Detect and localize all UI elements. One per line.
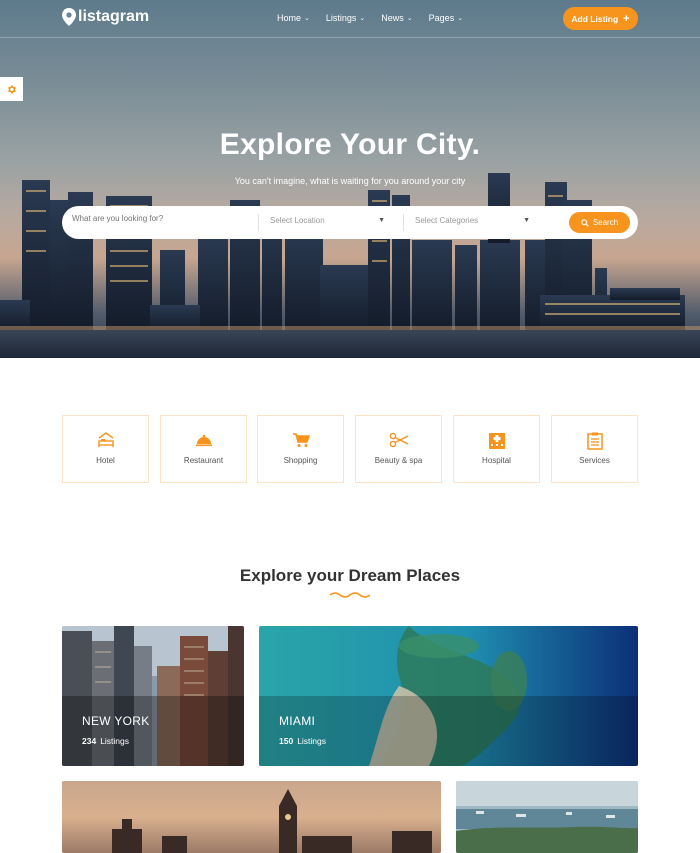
category-beauty-spa[interactable]: Beauty & spa [355, 415, 442, 483]
caret-down-icon: ▼ [523, 217, 530, 224]
harbor-image [456, 781, 638, 853]
nav-item-home[interactable]: Home ⌄ [277, 13, 310, 23]
add-listing-label: Add Listing [571, 13, 619, 24]
place-city-name: NEW YORK [82, 714, 150, 728]
chevron-down-icon: ⌄ [457, 15, 464, 22]
listing-count-label: Listings [297, 736, 327, 746]
logo-text: listagram [78, 8, 150, 25]
category-restaurant[interactable]: Restaurant [160, 415, 247, 483]
nav-item-news[interactable]: News ⌄ [381, 13, 412, 23]
place-listing-count: 234 Listings [82, 736, 129, 746]
category-label: Restaurant [183, 456, 224, 465]
cart-icon [292, 433, 310, 447]
place-card-miami[interactable]: MIAMI 150 Listings [259, 626, 638, 766]
place-listing-count: 150 Listings [279, 736, 326, 746]
search-button[interactable]: Search [569, 212, 630, 233]
place-city-name: MIAMI [279, 714, 316, 728]
category-label: Services [579, 456, 610, 465]
plus-icon: + [623, 12, 630, 25]
place-card-london[interactable] [62, 781, 441, 853]
category-shopping[interactable]: Shopping [257, 415, 344, 483]
caret-down-icon: ▼ [378, 217, 385, 224]
main-nav: Home ⌄ Listings ⌄ News ⌄ Pages ⌄ [277, 13, 463, 23]
place-card-harbor[interactable] [456, 781, 638, 853]
search-icon [581, 218, 589, 227]
search-bar: Select Location ▼ Select Categories ▼ Se… [62, 206, 638, 239]
nav-item-listings[interactable]: Listings ⌄ [326, 13, 365, 23]
gear-icon [8, 84, 16, 94]
category-select[interactable]: Select Categories ▼ [415, 216, 530, 225]
nav-item-label: Pages [428, 13, 455, 23]
location-select-value: Select Location [270, 216, 325, 225]
nav-item-label: Listings [325, 13, 357, 23]
category-label: Shopping [283, 456, 318, 465]
nav-item-label: Home [277, 13, 302, 23]
clipboard-icon [586, 432, 603, 450]
place-card-new-york[interactable]: NEW YORK 234 Listings [62, 626, 244, 766]
hero-subtitle: You can't imagine, what is waiting for y… [234, 176, 466, 186]
logo[interactable]: listagram [62, 8, 149, 26]
listing-count-number: 150 [279, 736, 294, 746]
settings-toggle[interactable] [0, 77, 23, 101]
cloche-icon [195, 434, 212, 447]
category-hospital[interactable]: Hospital [453, 415, 540, 483]
search-button-label: Search [592, 218, 619, 227]
listing-count-label: Listings [100, 736, 130, 746]
category-hotel[interactable]: Hotel [62, 415, 149, 483]
hero-section: listagram Home ⌄ Listings ⌄ News ⌄ Pages… [0, 0, 700, 358]
category-label: Hotel [96, 456, 115, 465]
hero-title: Explore Your City. [219, 128, 481, 161]
hospital-icon [488, 433, 505, 449]
bed-icon [97, 432, 114, 447]
divider [258, 214, 259, 231]
search-input[interactable] [72, 214, 252, 223]
london-image [62, 781, 441, 853]
location-select[interactable]: Select Location ▼ [270, 216, 385, 225]
nav-item-label: News [381, 13, 404, 23]
section-title: Explore your Dream Places [239, 566, 461, 585]
listing-count-number: 234 [82, 736, 97, 746]
scissors-icon [389, 432, 408, 448]
divider [403, 214, 404, 231]
add-listing-button[interactable]: Add Listing + [563, 7, 638, 30]
wave-divider-icon [330, 592, 370, 598]
chevron-down-icon: ⌄ [406, 15, 413, 22]
chevron-down-icon: ⌄ [359, 15, 366, 22]
chevron-down-icon: ⌄ [304, 15, 310, 22]
map-pin-icon [62, 8, 76, 26]
nav-item-pages[interactable]: Pages ⌄ [429, 13, 463, 23]
category-select-value: Select Categories [415, 216, 479, 225]
category-services[interactable]: Services [551, 415, 638, 483]
top-navigation-bar: listagram Home ⌄ Listings ⌄ News ⌄ Pages… [0, 0, 700, 38]
category-label: Hospital [482, 456, 511, 465]
category-label: Beauty & spa [374, 456, 423, 465]
